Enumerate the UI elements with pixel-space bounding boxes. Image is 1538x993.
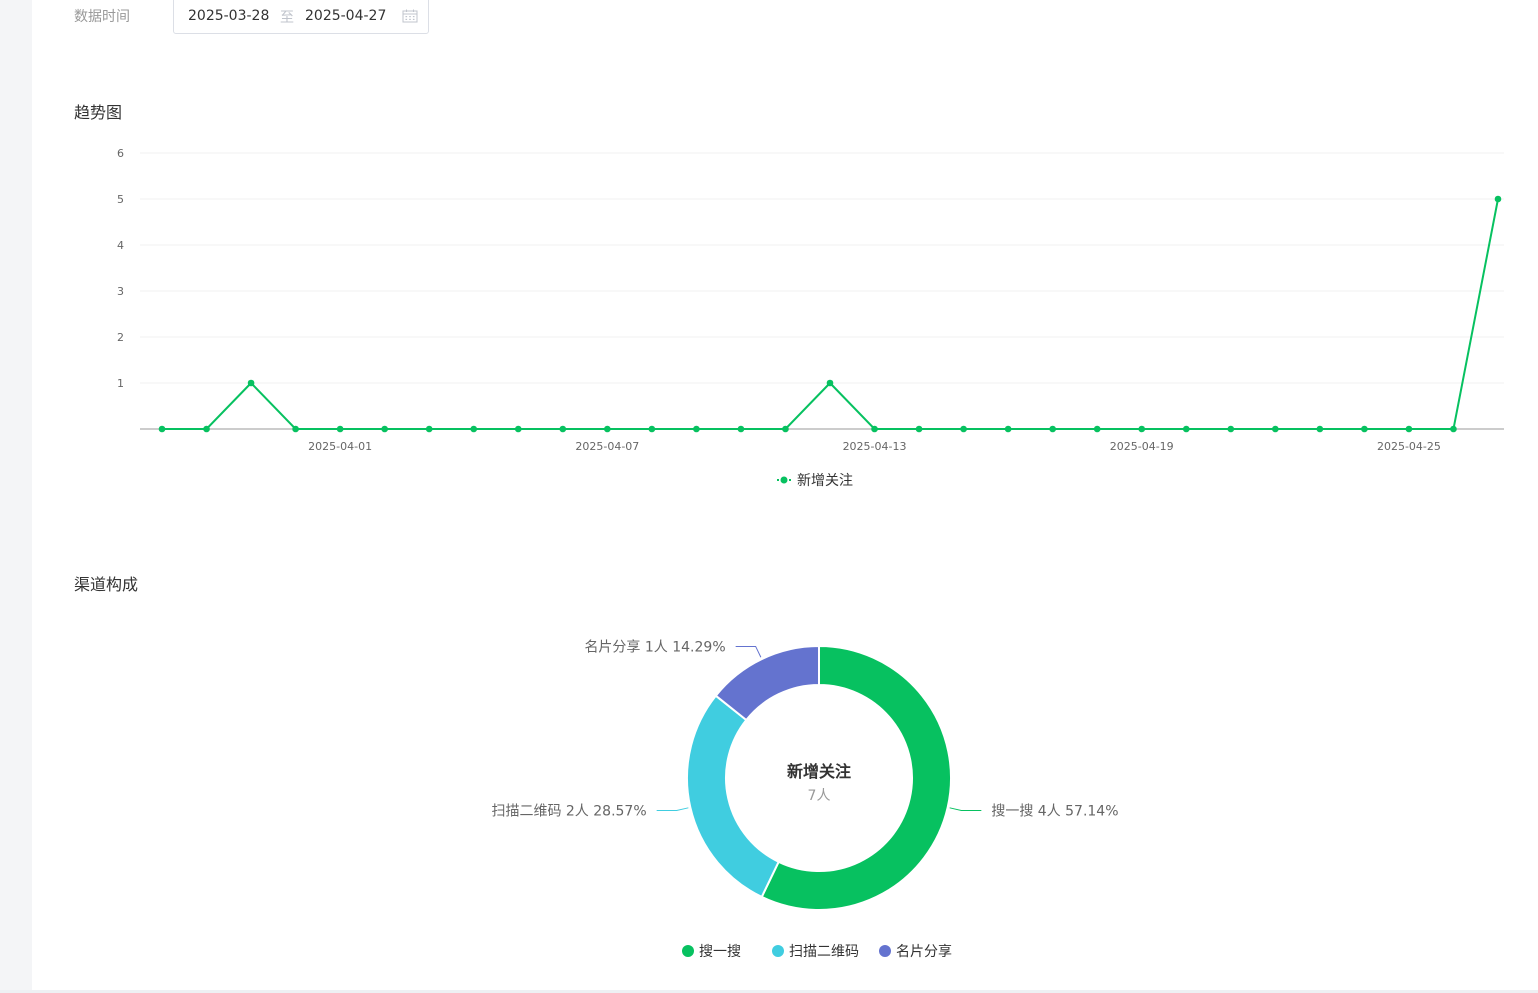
x-tick-label: 2025-04-19 [1110,440,1174,453]
x-tick-label: 2025-04-07 [575,440,639,453]
data-point[interactable] [1093,425,1101,433]
legend-label: 扫描二维码 [789,944,859,960]
legend-dot-icon [772,945,784,957]
data-point[interactable] [915,425,923,433]
slice-label: 搜一搜 4人 57.14% [991,803,1118,819]
data-point[interactable] [1316,425,1324,433]
data-point[interactable] [336,425,344,433]
donut-center-title: 新增关注 [787,762,851,781]
data-point[interactable] [1049,425,1056,433]
y-tick-label: 4 [117,239,124,252]
slice-leader-line [656,807,689,811]
data-point[interactable] [737,425,745,433]
data-point[interactable] [648,425,656,433]
pie-legend-item[interactable]: 搜一搜 [682,944,741,960]
y-tick-label: 3 [117,285,124,298]
data-point[interactable] [826,379,834,387]
data-point[interactable] [1138,425,1146,433]
legend-dot-icon [682,945,694,957]
data-point[interactable] [1182,425,1190,433]
series-line [162,198,1499,430]
calendar-icon[interactable] [402,9,418,23]
data-point[interactable] [514,425,522,433]
data-point[interactable] [1450,425,1457,433]
date-range-picker[interactable]: 2025-03-28 至 2025-04-27 [173,0,429,34]
pie-legend-item[interactable]: 名片分享 [879,943,952,960]
legend-label: 新增关注 [797,473,853,489]
start-date-input[interactable]: 2025-03-28 [188,8,269,24]
data-point[interactable] [425,425,433,433]
data-point[interactable] [381,425,388,433]
left-rail [0,0,32,993]
data-point[interactable] [559,425,567,433]
y-tick-label: 6 [117,147,124,160]
date-filter-label: 数据时间 [74,9,130,25]
slice-leader-line [735,645,762,658]
data-point[interactable] [292,425,299,433]
channel-pie-chart: 新增关注 7人搜一搜 4人 57.14% 扫描二维码 2人 28.57% 名片分享 1… [491,638,1118,960]
date-range-separator: 至 [280,10,294,26]
data-point[interactable] [247,379,255,387]
trend-chart: 1 2 3 4 5 6 2025-04-01 2025-04-07 2025-04-13 2025… [117,147,1504,489]
data-point[interactable] [693,425,700,433]
data-point[interactable] [1227,425,1235,433]
y-tick-label: 2 [117,331,124,344]
data-point[interactable] [782,425,789,433]
data-point[interactable] [871,425,878,433]
pie-slice[interactable] [714,644,820,722]
pie-legend-item[interactable]: 扫描二维码 [772,944,859,960]
main-panel: 数据时间 2025-03-28 至 2025-04-27 趋势图 1 2 3 4 5 6 2… [32,0,1538,990]
data-point[interactable] [1004,425,1012,433]
data-point[interactable] [960,425,967,433]
legend-label: 搜一搜 [699,944,741,960]
data-point[interactable] [203,425,210,433]
legend-label: 名片分享 [896,943,952,960]
trend-chart-title: 趋势图 [74,103,123,122]
y-tick-label: 1 [117,377,124,390]
end-date-input[interactable]: 2025-04-27 [305,8,386,24]
y-tick-label: 5 [117,193,124,206]
slice-label: 扫描二维码 2人 28.57% [491,803,646,819]
x-tick-label: 2025-04-25 [1377,440,1441,453]
legend-dot-icon [879,945,891,957]
channel-chart-title: 渠道构成 [74,575,139,594]
x-tick-label: 2025-04-13 [843,440,907,453]
data-point[interactable] [1494,195,1502,203]
data-point[interactable] [158,425,166,433]
data-point[interactable] [1405,425,1413,433]
data-point[interactable] [470,425,478,433]
legend-dot-icon [780,476,788,484]
legend-item-new-follow[interactable]: 新增关注 [777,473,853,489]
slice-label: 名片分享 1人 14.29% [584,638,725,655]
data-point[interactable] [604,425,611,433]
data-point[interactable] [1361,425,1368,433]
x-tick-label: 2025-04-01 [308,440,372,453]
data-point[interactable] [1272,425,1279,433]
donut-center-value: 7人 [808,788,831,804]
pie-slice[interactable] [686,694,780,899]
slice-leader-line [949,807,982,811]
